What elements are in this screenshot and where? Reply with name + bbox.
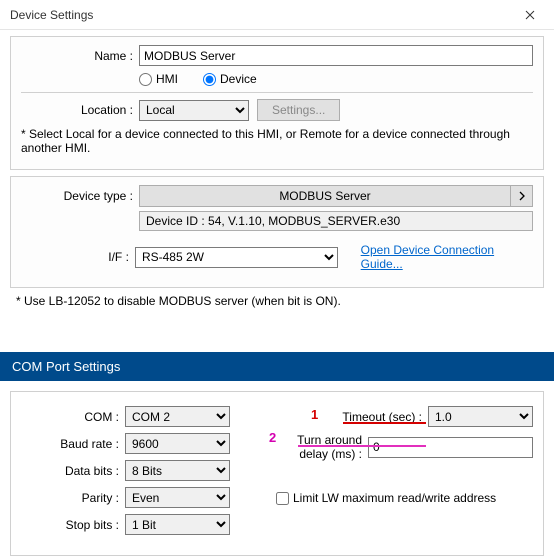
if-label: I/F : [21,250,135,264]
guide-link[interactable]: Open Device Connection Guide... [361,243,533,271]
databits-label: Data bits : [21,464,125,478]
titlebar: Device Settings [0,0,554,30]
name-input[interactable] [139,45,533,66]
chevron-right-icon [519,191,525,201]
com-port-panel: COM : COM 2 Baud rate : 9600 Data bits :… [10,391,544,556]
radio-device[interactable]: Device [203,72,257,86]
device-type-arrow[interactable] [511,185,533,207]
radio-device-label: Device [220,72,257,86]
com-left-column: COM : COM 2 Baud rate : 9600 Data bits :… [21,406,251,541]
close-icon [525,10,535,20]
baud-select[interactable]: 9600 [125,433,230,454]
window-title: Device Settings [10,8,93,22]
annotation-2-underline [298,445,426,447]
parity-select[interactable]: Even [125,487,230,508]
com-right-column: 1 2 Timeout (sec) : 1.0 Turn around dela… [271,406,533,541]
limit-lw-label: Limit LW maximum read/write address [293,491,496,505]
device-panel: Device type : MODBUS Server Device ID : … [10,176,544,288]
device-type-button[interactable]: MODBUS Server [139,185,511,207]
annotation-1: 1 [311,407,318,422]
com-port-header: COM Port Settings [0,352,554,381]
location-label: Location : [21,103,139,117]
com-label: COM : [21,410,125,424]
baud-label: Baud rate : [21,437,125,451]
turnaround-label: Turn around delay (ms) : [271,433,368,461]
parity-label: Parity : [21,491,125,505]
com-select[interactable]: COM 2 [125,406,230,427]
timeout-select[interactable]: 1.0 [428,406,533,427]
stopbits-label: Stop bits : [21,518,125,532]
type-radio-group: HMI Device [139,72,533,86]
if-select[interactable]: RS-485 2W [135,247,338,268]
settings-button: Settings... [257,99,340,121]
name-label: Name : [21,49,139,63]
general-panel: Name : HMI Device Location : Local Setti… [10,36,544,170]
annotation-2: 2 [269,430,276,445]
lb-note: * Use LB-12052 to disable MODBUS server … [16,294,544,308]
annotation-1-underline [343,422,426,424]
location-note: * Select Local for a device connected to… [21,127,533,155]
radio-hmi-label: HMI [156,72,178,86]
device-type-label: Device type : [21,189,139,203]
location-select[interactable]: Local [139,100,249,121]
stopbits-select[interactable]: 1 Bit [125,514,230,535]
radio-hmi-input[interactable] [139,73,152,86]
radio-hmi[interactable]: HMI [139,72,178,86]
close-button[interactable] [510,1,550,29]
turnaround-input[interactable] [368,437,533,458]
device-id-display: Device ID : 54, V.1.10, MODBUS_SERVER.e3… [139,211,533,231]
radio-device-input[interactable] [203,73,216,86]
databits-select[interactable]: 8 Bits [125,460,230,481]
limit-lw-checkbox[interactable] [276,492,289,505]
